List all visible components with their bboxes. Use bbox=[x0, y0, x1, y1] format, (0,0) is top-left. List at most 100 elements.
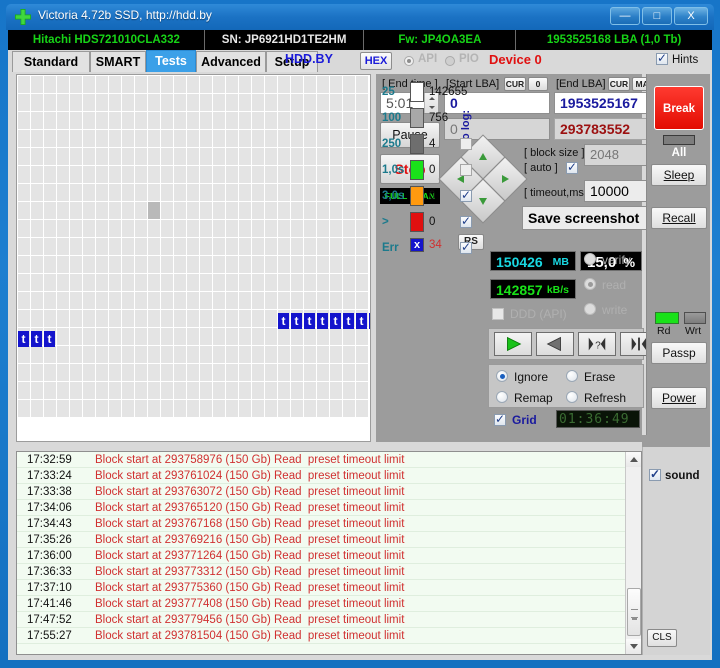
auto-checkbox[interactable] bbox=[566, 160, 578, 174]
scan-grid[interactable]: tttttttttttttt bbox=[16, 74, 371, 442]
scan-grid-cell bbox=[317, 328, 329, 345]
write-radio[interactable] bbox=[584, 303, 596, 315]
stat-to-log-checkbox[interactable] bbox=[460, 164, 472, 176]
clear-log-button[interactable]: CLS bbox=[647, 629, 677, 647]
title-bar[interactable]: Victoria 4.72b SSD, http://hdd.by — □ X bbox=[6, 4, 714, 30]
log-time: 17:35:26 bbox=[27, 534, 72, 546]
stat-to-log-checkbox[interactable] bbox=[460, 240, 472, 254]
scrollbar-thumb[interactable] bbox=[627, 588, 641, 636]
scan-grid-cell bbox=[57, 130, 69, 147]
log-row[interactable]: 17:32:59 Block start at 293758976 (150 Gb… bbox=[17, 452, 641, 468]
start-lba-cur-button[interactable]: CUR bbox=[504, 77, 526, 91]
grid-checkbox[interactable] bbox=[494, 412, 506, 426]
log-row[interactable]: 17:36:00 Block start at 293771264 (150 Gb… bbox=[17, 548, 641, 564]
read-radio[interactable] bbox=[584, 278, 596, 290]
log-scrollbar[interactable] bbox=[625, 452, 641, 654]
log-row[interactable]: 17:35:26 Block start at 293769216 (150 Gb… bbox=[17, 532, 641, 548]
break-all-button[interactable]: Break All bbox=[654, 86, 704, 159]
close-button[interactable]: X bbox=[674, 7, 708, 25]
hddby-link[interactable]: HDD.BY bbox=[285, 52, 333, 66]
start-lba-zero-button[interactable]: 0 bbox=[528, 77, 548, 91]
log-row[interactable]: 17:34:06 Block start at 293765120 (150 Gb… bbox=[17, 500, 641, 516]
scan-grid-cell bbox=[291, 202, 303, 219]
scroll-up-arrow-icon[interactable] bbox=[626, 452, 641, 467]
scan-forward-button[interactable] bbox=[494, 332, 532, 356]
scan-grid-cell bbox=[174, 202, 186, 219]
power-button[interactable]: Power bbox=[651, 387, 707, 409]
api-radio[interactable] bbox=[404, 56, 414, 66]
scan-grid-cell bbox=[343, 166, 355, 183]
wrt-label: Wrt bbox=[685, 325, 702, 337]
scan-grid-cell bbox=[57, 94, 69, 111]
scan-grid-cell bbox=[187, 310, 199, 327]
log-pane[interactable]: 17:32:59 Block start at 293758976 (150 Gb… bbox=[16, 451, 642, 655]
scan-grid-cell bbox=[356, 328, 368, 345]
scan-random-button[interactable]: ? bbox=[578, 332, 616, 356]
scan-grid-cell bbox=[200, 76, 212, 93]
hints-label: Hints bbox=[672, 54, 699, 66]
stat-count: 0 bbox=[429, 216, 436, 228]
tab-tests[interactable]: Tests bbox=[146, 50, 196, 72]
stat-swatch bbox=[410, 134, 424, 154]
tab-standard[interactable]: Standard bbox=[12, 51, 90, 72]
scan-grid-cell bbox=[148, 112, 160, 129]
log-row[interactable]: 17:33:24 Block start at 293761024 (150 Gb… bbox=[17, 468, 641, 484]
ddd-checkbox[interactable] bbox=[492, 308, 504, 320]
ddd-label: DDD (API) bbox=[510, 307, 567, 321]
hex-button[interactable]: HEX bbox=[360, 52, 392, 70]
stat-to-log-checkbox[interactable] bbox=[460, 188, 472, 202]
save-screenshot-combo[interactable]: Save screenshot bbox=[522, 206, 664, 230]
passp-button[interactable]: Passp bbox=[651, 342, 707, 364]
log-row[interactable]: 17:37:10 Block start at 293775360 (150 Gb… bbox=[17, 580, 641, 596]
end-lba-cur-button[interactable]: CUR bbox=[608, 77, 630, 91]
pio-radio[interactable] bbox=[445, 56, 455, 66]
device-model: Hitachi HDS721010CLA332 bbox=[9, 30, 205, 50]
scan-grid-marker: t bbox=[304, 313, 315, 329]
hints-checkbox[interactable] bbox=[656, 51, 668, 65]
scan-grid-cell bbox=[226, 256, 238, 273]
scan-grid-cell bbox=[356, 148, 368, 165]
refresh-radio[interactable] bbox=[566, 391, 578, 403]
stat-to-log-checkbox[interactable] bbox=[460, 138, 472, 150]
log-row[interactable]: 17:34:43 Block start at 293767168 (150 Gb… bbox=[17, 516, 641, 532]
log-row[interactable]: 17:41:46 Block start at 293777408 (150 Gb… bbox=[17, 596, 641, 612]
verify-radio[interactable] bbox=[584, 253, 596, 265]
scan-grid-cell bbox=[44, 184, 56, 201]
remap-radio[interactable] bbox=[496, 391, 508, 403]
sleep-button[interactable]: Sleep bbox=[651, 164, 707, 186]
scan-grid-cell bbox=[226, 346, 238, 363]
scan-backward-button[interactable] bbox=[536, 332, 574, 356]
tab-advanced[interactable]: Advanced bbox=[196, 51, 266, 72]
scan-grid-cell bbox=[122, 76, 134, 93]
log-row[interactable]: 17:47:52 Block start at 293779456 (150 Gb… bbox=[17, 612, 641, 628]
scan-grid-cell bbox=[252, 256, 264, 273]
sound-toggle[interactable]: sound bbox=[649, 467, 700, 482]
scan-grid-cell bbox=[18, 166, 30, 183]
scan-grid-cell bbox=[252, 166, 264, 183]
recall-button[interactable]: Recall bbox=[651, 207, 707, 229]
scan-grid-marker: t bbox=[330, 313, 341, 329]
scan-grid-cell bbox=[148, 202, 160, 219]
stat-to-log-checkbox[interactable] bbox=[460, 214, 472, 228]
direction-pad[interactable] bbox=[438, 134, 528, 224]
sound-checkbox[interactable] bbox=[649, 467, 661, 481]
log-row[interactable]: 17:55:27 Block start at 293781504 (150 Gb… bbox=[17, 628, 641, 644]
scroll-down-arrow-icon[interactable] bbox=[626, 639, 641, 654]
minimize-button[interactable]: — bbox=[610, 7, 640, 25]
scan-grid-marker: t bbox=[356, 313, 367, 329]
scan-grid-cell bbox=[213, 346, 225, 363]
scan-grid-cell bbox=[317, 220, 329, 237]
tab-smart[interactable]: SMART bbox=[90, 51, 146, 72]
scan-grid-cell bbox=[161, 346, 173, 363]
maximize-button[interactable]: □ bbox=[642, 7, 672, 25]
scanned-size-readout: 150426 MB bbox=[490, 251, 576, 271]
ignore-radio[interactable] bbox=[496, 370, 508, 382]
erase-radio[interactable] bbox=[566, 370, 578, 382]
log-row[interactable]: 17:33:38 Block start at 293763072 (150 Gb… bbox=[17, 484, 641, 500]
scan-grid-cell bbox=[200, 292, 212, 309]
log-row[interactable]: 17:36:33 Block start at 293773312 (150 Gb… bbox=[17, 564, 641, 580]
scan-grid-cell bbox=[278, 112, 290, 129]
scan-grid-cell bbox=[239, 220, 251, 237]
hints-toggle[interactable]: Hints bbox=[656, 51, 699, 66]
scan-grid-cell bbox=[265, 76, 277, 93]
